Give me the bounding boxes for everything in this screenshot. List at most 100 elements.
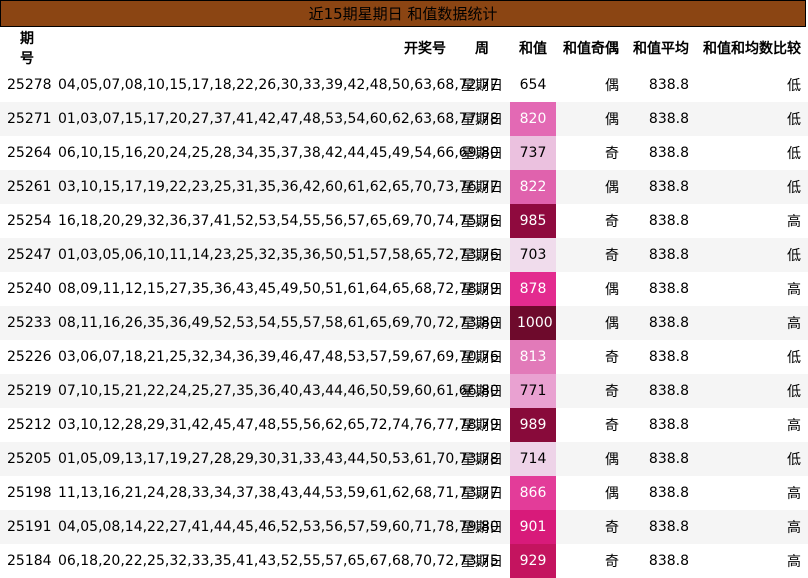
sum-cell: 989 [510,408,556,442]
table-row: 25278 04,05,07,08,10,15,17,18,22,26,30,33… [0,68,808,102]
sum-compare-cell: 高 [696,204,808,238]
sum-cell: 822 [510,170,556,204]
sum-odd-even-cell: 偶 [556,442,626,476]
header-sum-compare: 和值和均数比较 [703,41,801,57]
numbers-cell: 01,05,09,13,17,19,27,28,29,30,31,33,43,4… [54,442,499,476]
weekday-cell: 星期日 [454,204,510,238]
issue-cell: 25261 [0,170,54,204]
issue-cell: 25219 [0,374,54,408]
sum-cell: 1000 [510,306,556,340]
sum-cell: 703 [510,238,556,272]
sum-cell: 737 [510,136,556,170]
sum-odd-even-cell: 奇 [556,374,626,408]
table-row: 25271 01,03,07,15,17,20,27,37,41,42,47,48… [0,102,808,136]
issue-cell: 25264 [0,136,54,170]
issue-cell: 25212 [0,408,54,442]
numbers-cell: 03,06,07,18,21,25,32,34,36,39,46,47,48,5… [54,340,499,374]
issue-cell: 25191 [0,510,54,544]
numbers-cell: 07,10,15,21,22,24,25,27,35,36,40,43,44,4… [54,374,499,408]
header-sum-odd-even: 和值奇偶 [563,41,619,57]
sum-compare-cell: 低 [696,442,808,476]
sum-cell: 813 [510,340,556,374]
weekday-cell: 星期日 [454,510,510,544]
numbers-cell: 08,11,16,26,35,36,49,52,53,54,55,57,58,6… [54,306,499,340]
sum-average-cell: 838.8 [626,238,696,272]
weekday-cell: 星期日 [454,340,510,374]
weekday-cell: 星期日 [454,238,510,272]
table-row: 25254 16,18,20,29,32,36,37,41,52,53,54,55… [0,204,808,238]
issue-cell: 25198 [0,476,54,510]
issue-cell: 25247 [0,238,54,272]
sum-compare-cell: 低 [696,102,808,136]
sum-compare-cell: 低 [696,136,808,170]
numbers-cell: 03,10,12,28,29,31,42,45,47,48,55,56,62,6… [54,408,499,442]
header-sum-average: 和值平均 [633,41,689,57]
weekday-cell: 星期日 [454,306,510,340]
table-body: 25278 04,05,07,08,10,15,17,18,22,26,30,33… [0,68,808,578]
table-row: 25226 03,06,07,18,21,25,32,34,36,39,46,47… [0,340,808,374]
numbers-cell: 04,05,07,08,10,15,17,18,22,26,30,33,39,4… [54,68,499,102]
sum-odd-even-cell: 偶 [556,68,626,102]
weekday-cell: 星期日 [454,136,510,170]
sum-cell: 771 [510,374,556,408]
weekday-cell: 星期日 [454,442,510,476]
issue-cell: 25271 [0,102,54,136]
sum-odd-even-cell: 奇 [556,408,626,442]
sum-compare-cell: 低 [696,170,808,204]
header-sum: 和值 [519,41,547,57]
issue-cell: 25240 [0,272,54,306]
weekday-cell: 星期日 [454,476,510,510]
numbers-cell: 04,05,08,14,22,27,41,44,45,46,52,53,56,5… [54,510,499,544]
issue-cell: 25278 [0,68,54,102]
numbers-cell: 01,03,07,15,17,20,27,37,41,42,47,48,53,5… [54,102,499,136]
weekday-cell: 星期日 [454,272,510,306]
table-row: 25205 01,05,09,13,17,19,27,28,29,30,31,33… [0,442,808,476]
sum-average-cell: 838.8 [626,306,696,340]
table-title-bar: 近15期星期日 和值数据统计 [0,0,806,27]
sum-average-cell: 838.8 [626,510,696,544]
sum-odd-even-cell: 偶 [556,306,626,340]
numbers-cell: 08,09,11,12,15,27,35,36,43,45,49,50,51,6… [54,272,499,306]
table-row: 25233 08,11,16,26,35,36,49,52,53,54,55,57… [0,306,808,340]
sum-compare-cell: 高 [696,476,808,510]
sum-average-cell: 838.8 [626,136,696,170]
numbers-cell: 03,10,15,17,19,22,23,25,31,35,36,42,60,6… [54,170,499,204]
sum-average-cell: 838.8 [626,272,696,306]
table-row: 25198 11,13,16,21,24,28,33,34,37,38,43,44… [0,476,808,510]
numbers-cell: 06,10,15,16,20,24,25,28,34,35,37,38,42,4… [54,136,499,170]
table-row: 25219 07,10,15,21,22,24,25,27,35,36,40,43… [0,374,808,408]
sum-odd-even-cell: 偶 [556,170,626,204]
header-weekday: 周 [475,41,489,57]
table-row: 25247 01,03,05,06,10,11,14,23,25,32,35,36… [0,238,808,272]
numbers-cell: 11,13,16,21,24,28,33,34,37,38,43,44,53,5… [54,476,499,510]
sum-odd-even-cell: 奇 [556,136,626,170]
numbers-cell: 16,18,20,29,32,36,37,41,52,53,54,55,56,5… [54,204,499,238]
sum-compare-cell: 高 [696,306,808,340]
sum-cell: 654 [510,68,556,102]
sum-compare-cell: 高 [696,510,808,544]
sum-compare-cell: 高 [696,272,808,306]
sum-cell: 878 [510,272,556,306]
sum-average-cell: 838.8 [626,68,696,102]
sum-odd-even-cell: 偶 [556,102,626,136]
numbers-cell: 01,03,05,06,10,11,14,23,25,32,35,36,50,5… [54,238,499,272]
header-numbers: 开奖号 [404,41,446,57]
sum-average-cell: 838.8 [626,204,696,238]
table-row: 25261 03,10,15,17,19,22,23,25,31,35,36,42… [0,170,808,204]
sum-average-cell: 838.8 [626,374,696,408]
weekday-cell: 星期日 [454,374,510,408]
sum-average-cell: 838.8 [626,340,696,374]
sum-odd-even-cell: 奇 [556,510,626,544]
table-row: 25264 06,10,15,16,20,24,25,28,34,35,37,38… [0,136,808,170]
sum-average-cell: 838.8 [626,102,696,136]
weekday-cell: 星期日 [454,408,510,442]
header-row: 期号 开奖号 周 和值 和值奇偶 和值平均 和值和均数比较 [0,28,808,68]
sum-odd-even-cell: 偶 [556,476,626,510]
sum-compare-cell: 低 [696,238,808,272]
sum-average-cell: 838.8 [626,442,696,476]
table-row: 25212 03,10,12,28,29,31,42,45,47,48,55,56… [0,408,808,442]
sum-odd-even-cell: 奇 [556,204,626,238]
issue-cell: 25226 [0,340,54,374]
stats-table: 期号 开奖号 周 和值 和值奇偶 和值平均 和值和均数比较 25278 04,05… [0,28,808,578]
sum-compare-cell: 低 [696,68,808,102]
